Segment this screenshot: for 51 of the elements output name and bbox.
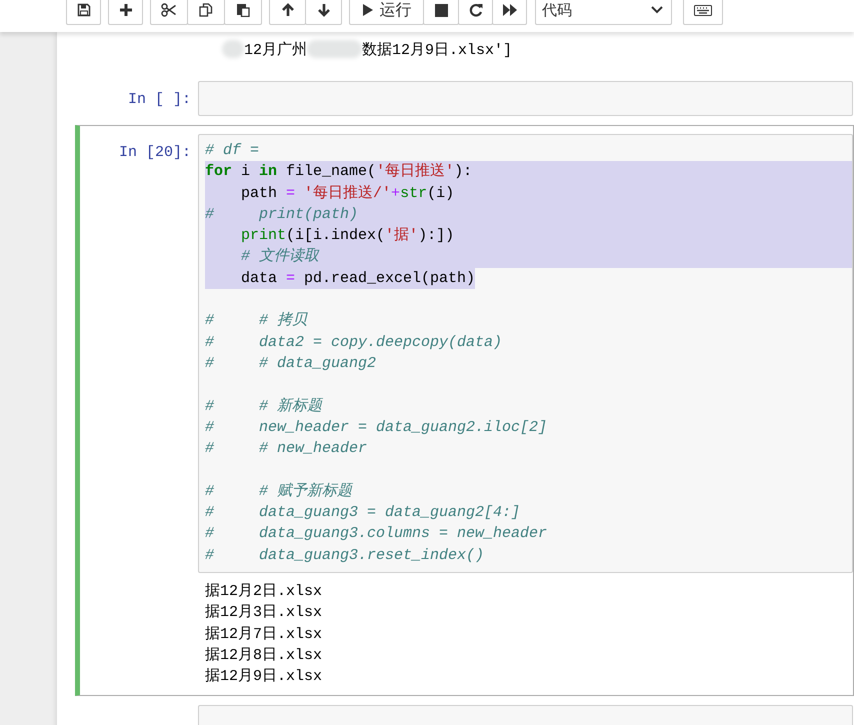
move-up-button[interactable] — [269, 0, 306, 25]
caret-icon — [651, 6, 663, 14]
copy-button[interactable] — [187, 0, 225, 25]
code-line: # data_guang3.reset_index() — [205, 546, 486, 566]
code-line: # data2 = copy.deepcopy(data) — [205, 332, 504, 353]
output-line: 据12月2日.xlsx — [205, 582, 322, 602]
blur-mark — [307, 40, 362, 58]
stop-button[interactable] — [423, 0, 459, 25]
run-all-button[interactable] — [492, 0, 527, 25]
output-line: 据12月3日.xlsx — [205, 603, 322, 624]
cell-type-select[interactable]: 代码 — [535, 0, 672, 25]
restart-icon — [468, 3, 482, 17]
code-input[interactable] — [198, 134, 853, 573]
code-line: # # data_guang2 — [205, 354, 378, 374]
code-line: # # 拷贝 — [205, 310, 309, 332]
cell-prompt: In [20]: — [118, 143, 192, 163]
code-line: # data_guang3.columns = new_header — [205, 524, 548, 544]
keyboard-button[interactable] — [683, 0, 723, 25]
cell-prompt: In [ ]: — [126, 90, 192, 110]
fast-forward-icon — [502, 3, 518, 17]
paste-button[interactable] — [224, 0, 262, 25]
code-input[interactable] — [198, 81, 853, 116]
output-line: 据12月8日.xlsx — [205, 646, 322, 666]
output-line: 据12月9日.xlsx — [205, 667, 322, 688]
code-line: # # 新标题 — [205, 396, 324, 417]
arrow-down-icon — [316, 3, 330, 17]
run-button[interactable]: 运行 — [349, 0, 424, 25]
selected-cell[interactable] — [75, 125, 854, 696]
add-cell-button[interactable] — [108, 0, 143, 25]
code-line: # new_header = data_guang2.iloc[2] — [205, 418, 548, 438]
code-line: # df = — [205, 141, 260, 161]
blur-mark — [222, 40, 244, 58]
code-line: # data_guang3 = data_guang2[4:] — [205, 503, 522, 524]
output-line: 据12月7日.xlsx — [205, 624, 322, 645]
output-text: 数据12月9日.xlsx'] — [362, 40, 512, 58]
cut-button[interactable] — [150, 0, 188, 25]
paste-icon — [236, 3, 250, 17]
output-text: 12月广州 — [244, 40, 308, 58]
stop-icon — [434, 4, 448, 16]
play-icon — [362, 3, 374, 17]
restart-button[interactable] — [458, 0, 493, 25]
code-line: # # new_header — [205, 439, 368, 460]
plus-icon — [118, 3, 132, 17]
copy-icon — [199, 3, 213, 17]
save-button[interactable] — [66, 0, 101, 25]
keyboard-icon — [694, 4, 712, 16]
arrow-up-icon — [280, 3, 294, 17]
code-line: # # 赋予新标题 — [205, 482, 354, 502]
cut-icon — [161, 3, 177, 17]
move-down-button[interactable] — [305, 0, 342, 25]
save-icon — [76, 3, 90, 17]
